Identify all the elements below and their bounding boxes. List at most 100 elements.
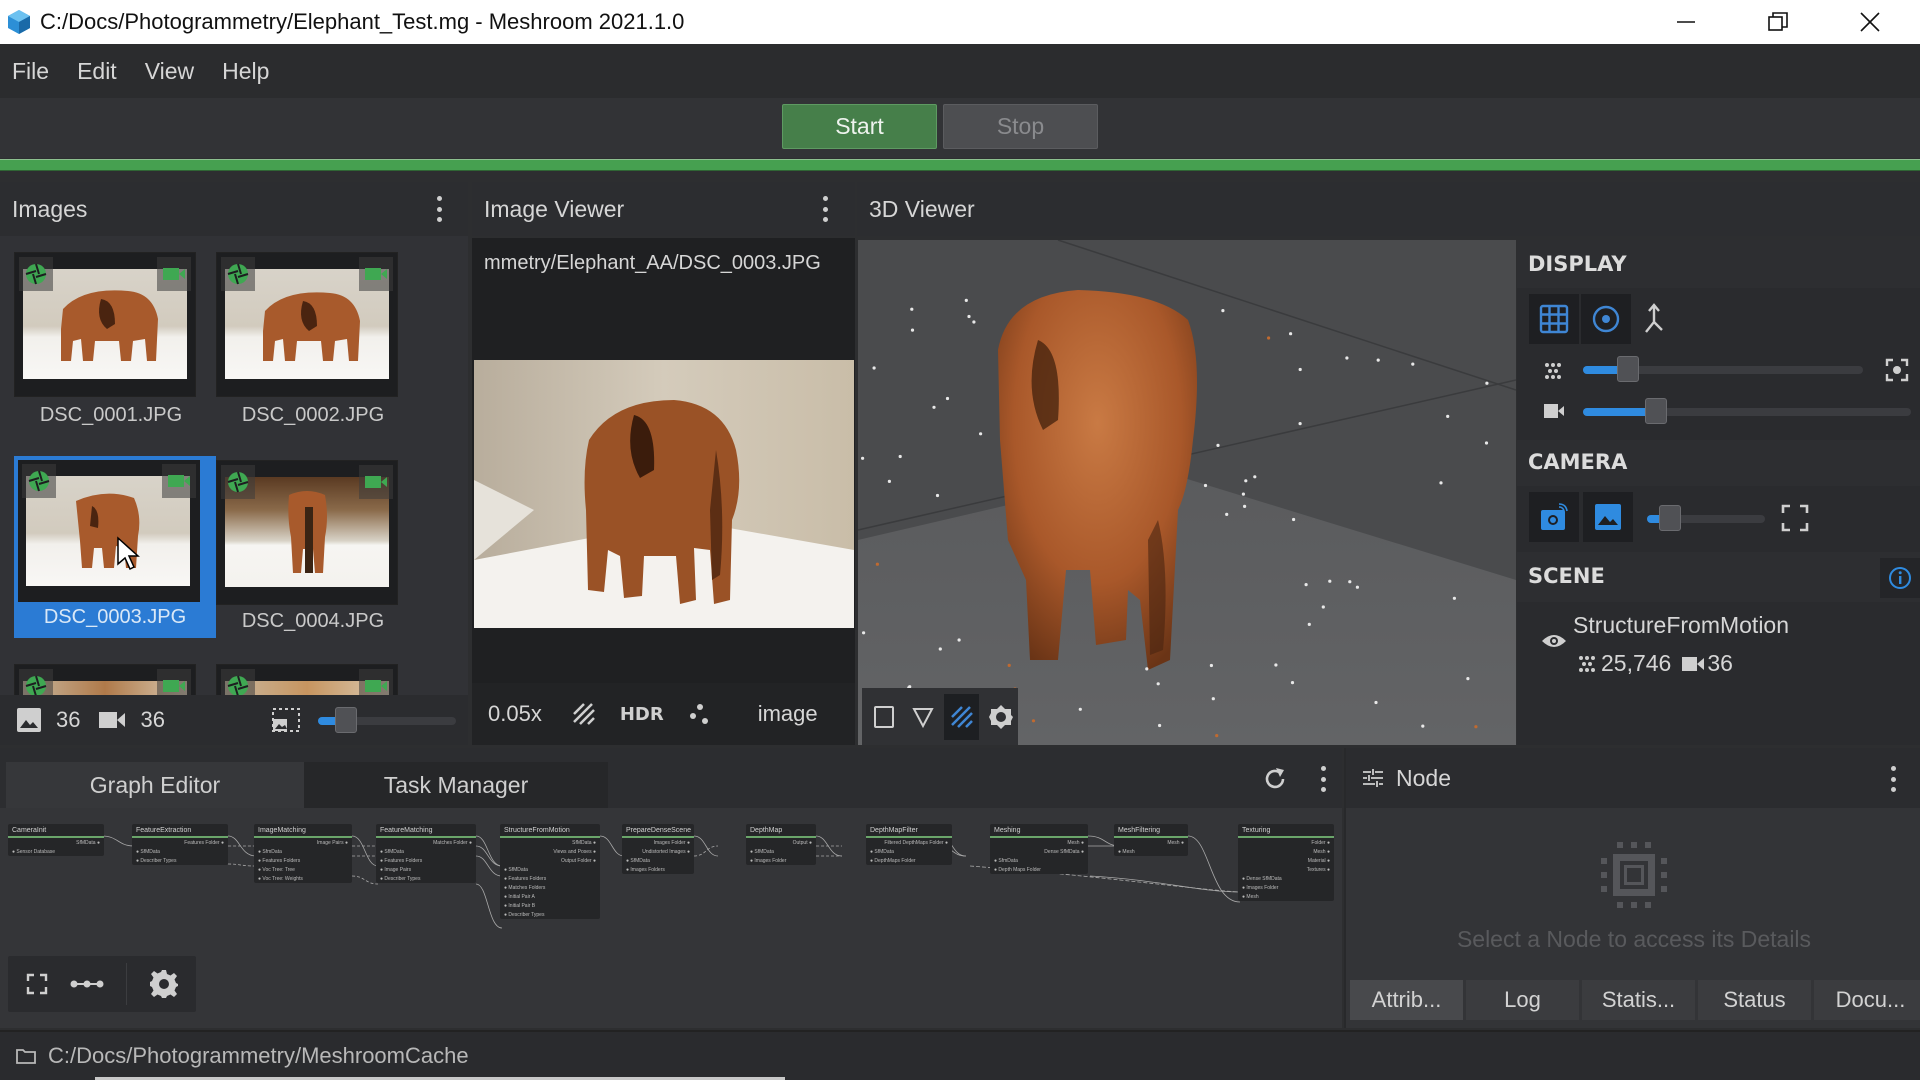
camera-scale-slider-handle[interactable] bbox=[1645, 398, 1667, 424]
tab-attributes[interactable]: Attrib... bbox=[1350, 980, 1463, 1020]
graph-node-input[interactable]: ● SfMData bbox=[132, 847, 228, 856]
graph-node-output[interactable]: Features Folder ● bbox=[132, 838, 228, 847]
origin-axis-button[interactable] bbox=[1641, 302, 1667, 340]
thumbnail-item[interactable] bbox=[10, 662, 212, 695]
graph-node-input[interactable]: ● Images Folders bbox=[622, 865, 694, 874]
image-overlay-opacity-slider[interactable] bbox=[1647, 505, 1765, 531]
graph-node[interactable]: Meshing Mesh ● Dense SfMData ● ● SfmData ● D… bbox=[990, 824, 1088, 874]
graph-node[interactable]: DepthMapFilter Filtered DepthMaps Folder … bbox=[866, 824, 952, 865]
graph-node-input[interactable]: ● SfMData bbox=[622, 856, 694, 865]
minimize-button[interactable] bbox=[1640, 0, 1732, 44]
graph-node-input[interactable]: ● Matches Folders bbox=[500, 883, 600, 892]
graph-node[interactable]: CameraInit SfMData ● ● Sensor Database bbox=[8, 824, 104, 856]
settings-gear-icon[interactable] bbox=[149, 969, 179, 999]
graph-node[interactable]: FeatureMatching Matches Folder ● ● SfMData… bbox=[376, 824, 476, 883]
fixed-point-size-icon[interactable] bbox=[1885, 358, 1909, 382]
graph-node-input[interactable]: ● SfMData bbox=[866, 847, 952, 856]
close-button[interactable] bbox=[1824, 0, 1916, 44]
graph-node-output[interactable]: Views and Poses ● bbox=[500, 847, 600, 856]
graph-node-output[interactable]: Image Pairs ● bbox=[254, 838, 352, 847]
menu-file[interactable]: File bbox=[12, 58, 49, 85]
graph-node-input[interactable]: ● Sensor Database bbox=[8, 847, 104, 856]
graph-node-input[interactable]: ● SfmData bbox=[990, 856, 1088, 865]
graph-node-input[interactable]: ● Describer Types bbox=[500, 910, 600, 919]
graph-editor-menu-icon[interactable] bbox=[1318, 766, 1328, 792]
tab-log[interactable]: Log bbox=[1466, 980, 1579, 1020]
graph-node[interactable]: Texturing Folder ● Mesh ● Material ● Texture… bbox=[1238, 824, 1334, 901]
graph-node-input[interactable]: ● Features Folders bbox=[500, 874, 600, 883]
graph-node-input[interactable]: ● Images Folder bbox=[1238, 883, 1334, 892]
stop-button[interactable]: Stop bbox=[943, 104, 1098, 149]
graph-node[interactable]: FeatureExtraction Features Folder ● ● SfMD… bbox=[132, 824, 228, 865]
graph-node-output[interactable]: Matches Folder ● bbox=[376, 838, 476, 847]
tab-statistics[interactable]: Statis... bbox=[1582, 980, 1695, 1020]
start-button[interactable]: Start bbox=[782, 104, 937, 149]
graph-node-input[interactable]: ● Features Folders bbox=[376, 856, 476, 865]
images-panel-menu-icon[interactable] bbox=[434, 196, 444, 222]
graph-node-output[interactable]: Material ● bbox=[1238, 856, 1334, 865]
image-overlay-opacity-slider-handle[interactable] bbox=[1659, 505, 1681, 531]
image-mode-selector[interactable]: image bbox=[758, 701, 818, 727]
graph-node[interactable]: DepthMap Output ● ● SfMData ● Images Folder bbox=[746, 824, 816, 865]
graph-node[interactable]: PrepareDenseScene Images Folder ● Undistor… bbox=[622, 824, 694, 874]
graph-node-input[interactable]: ● Images Folder bbox=[746, 856, 816, 865]
grid-toggle[interactable] bbox=[944, 693, 979, 740]
channel-stripes-icon[interactable] bbox=[572, 702, 596, 726]
graph-node-output[interactable]: SfMData ● bbox=[500, 838, 600, 847]
fit-view-icon[interactable] bbox=[26, 973, 48, 995]
tab-graph-editor[interactable]: Graph Editor bbox=[6, 762, 304, 808]
graph-node-output[interactable]: Undistorted Images ● bbox=[622, 847, 694, 856]
features-icon[interactable] bbox=[688, 702, 712, 726]
thumbnail-size-slider-handle[interactable] bbox=[335, 707, 357, 733]
thumbnail-item[interactable]: DSC_0004.JPG bbox=[212, 458, 414, 640]
menu-view[interactable]: View bbox=[145, 58, 194, 85]
sync-camera-button[interactable] bbox=[1529, 492, 1579, 542]
point-size-slider-handle[interactable] bbox=[1617, 356, 1639, 382]
tab-status[interactable]: Status bbox=[1698, 980, 1811, 1020]
hdr-toggle[interactable]: HDR bbox=[620, 704, 664, 725]
menu-help[interactable]: Help bbox=[222, 58, 269, 85]
visibility-eye-icon[interactable] bbox=[1541, 632, 1567, 650]
graph-node-input[interactable]: ● Initial Pair A bbox=[500, 892, 600, 901]
thumbnail-size-slider[interactable] bbox=[318, 707, 456, 733]
grid-display-button[interactable] bbox=[1529, 294, 1579, 344]
light-toggle[interactable] bbox=[983, 694, 1018, 740]
point-size-slider[interactable] bbox=[1583, 356, 1863, 382]
graph-node-output[interactable]: Mesh ● bbox=[1114, 838, 1188, 847]
fit-frame-icon[interactable] bbox=[1781, 504, 1809, 532]
graph-node-output[interactable]: Mesh ● bbox=[990, 838, 1088, 847]
graph-node-input[interactable]: ● SfmData bbox=[254, 847, 352, 856]
image-viewer-menu-icon[interactable] bbox=[820, 196, 830, 222]
graph-node-input[interactable]: ● SfMData bbox=[500, 865, 600, 874]
graph-node-input[interactable]: ● Initial Pair B bbox=[500, 901, 600, 910]
tab-task-manager[interactable]: Task Manager bbox=[304, 762, 608, 808]
restore-button[interactable] bbox=[1732, 0, 1824, 44]
graph-node-input[interactable]: ● SfMData bbox=[746, 847, 816, 856]
graph-node[interactable]: ImageMatching Image Pairs ● ● SfmData ● Fea… bbox=[254, 824, 352, 883]
tab-documentation[interactable]: Docu... bbox=[1814, 980, 1920, 1020]
graph-node-output[interactable]: Filtered DepthMaps Folder ● bbox=[866, 838, 952, 847]
graph-node-output[interactable]: Images Folder ● bbox=[622, 838, 694, 847]
graph-node-input[interactable]: ● Describer Types bbox=[132, 856, 228, 865]
graph-node-input[interactable]: ● Mesh bbox=[1238, 892, 1334, 901]
bounding-box-toggle[interactable] bbox=[866, 694, 901, 740]
graph-node-output[interactable]: Mesh ● bbox=[1238, 847, 1334, 856]
graph-node[interactable]: StructureFromMotion SfMData ● Views and Po… bbox=[500, 824, 600, 919]
scene-info-button[interactable] bbox=[1880, 558, 1920, 598]
image-overlay-button[interactable] bbox=[1583, 492, 1633, 542]
graph-node-output[interactable]: Folder ● bbox=[1238, 838, 1334, 847]
graph-node-input[interactable]: ● Voc Tree: Tree bbox=[254, 865, 352, 874]
graph-node-input[interactable]: ● Features Folders bbox=[254, 856, 352, 865]
thumbnail-item[interactable]: DSC_0001.JPG bbox=[10, 250, 212, 432]
thumbnail-item[interactable] bbox=[212, 662, 414, 695]
graph-node-output[interactable]: Output ● bbox=[746, 838, 816, 847]
graph-node-output[interactable]: Output Folder ● bbox=[500, 856, 600, 865]
scene-item-name[interactable]: StructureFromMotion bbox=[1573, 612, 1789, 639]
graph-node-input[interactable]: ● Describer Types bbox=[376, 874, 476, 883]
graph-canvas[interactable]: CameraInit SfMData ● ● Sensor Database Feat… bbox=[0, 810, 1342, 1028]
graph-node-input[interactable]: ● Dense SfMData bbox=[1238, 874, 1334, 883]
graph-node-input[interactable]: ● Depth Maps Folder bbox=[990, 865, 1088, 874]
thumbnail-item-selected[interactable]: DSC_0003.JPG bbox=[14, 456, 216, 638]
graph-node-output[interactable]: Dense SfMData ● bbox=[990, 847, 1088, 856]
graph-node-input[interactable]: ● Mesh bbox=[1114, 847, 1188, 856]
